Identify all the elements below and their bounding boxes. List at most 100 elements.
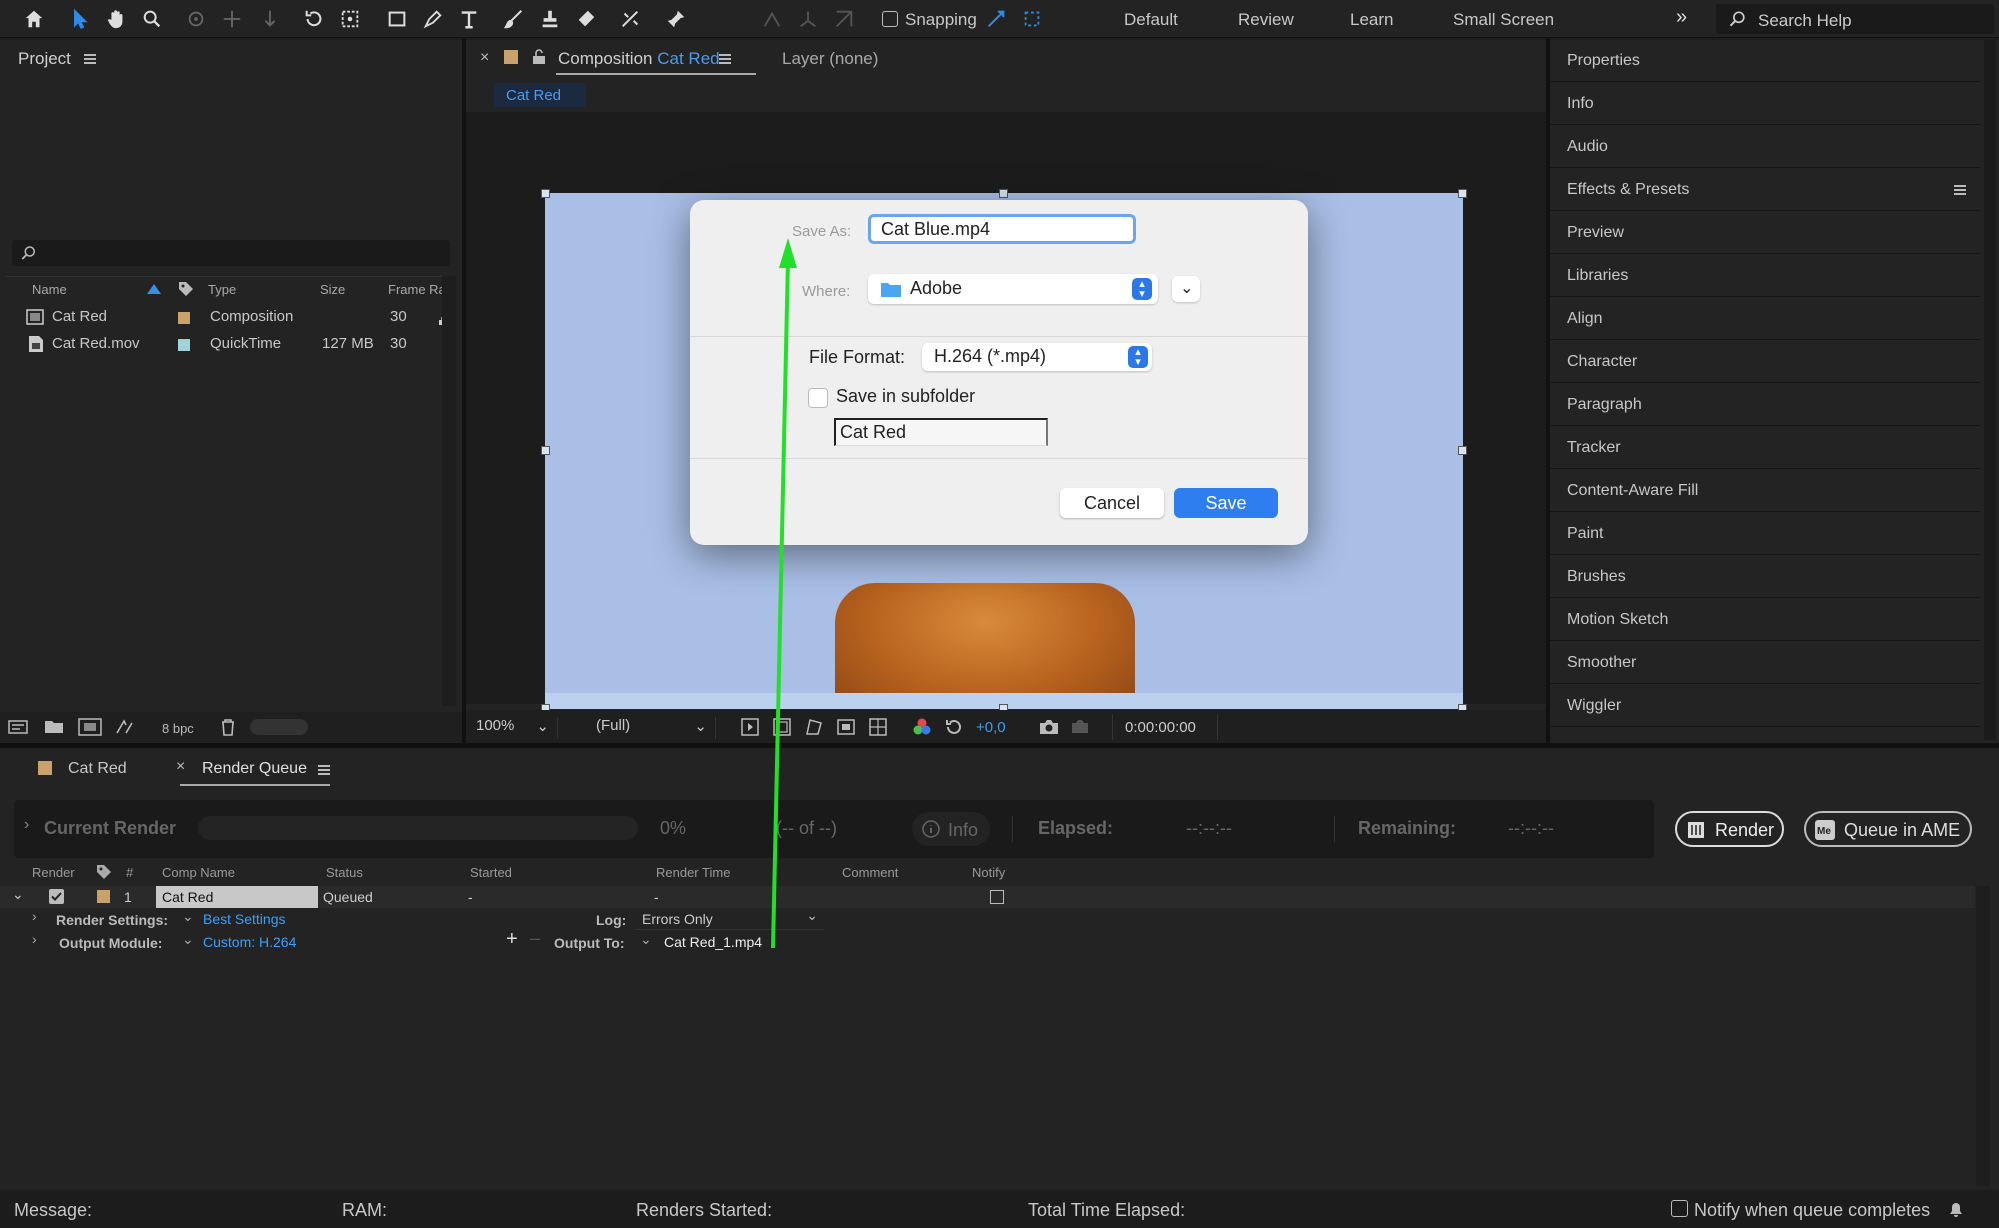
chevron-down-icon[interactable]: ⌄	[640, 931, 652, 948]
panel-properties[interactable]: Properties	[1550, 40, 1980, 82]
zoom-tool-icon[interactable]	[138, 5, 166, 33]
show-snapshot-icon[interactable]	[1070, 718, 1090, 736]
close-tab-icon[interactable]: ×	[176, 758, 185, 776]
output-to-link[interactable]: Cat Red_1.mp4	[664, 934, 762, 950]
thumbnail-transparency-toggle[interactable]	[250, 719, 308, 735]
chevron-down-icon[interactable]: ⌄	[12, 886, 24, 903]
notify-queue-checkbox[interactable]	[1671, 1200, 1688, 1217]
project-item-footage[interactable]: Cat Red.mov QuickTime 127 MB 30	[6, 331, 444, 357]
brush-tool-icon[interactable]	[500, 5, 528, 33]
transform-handle[interactable]	[541, 189, 550, 198]
type-tool-icon[interactable]	[455, 5, 483, 33]
cancel-button[interactable]: Cancel	[1060, 488, 1164, 518]
log-dropdown[interactable]: Errors Only ⌄	[636, 907, 824, 930]
render-checkbox[interactable]	[49, 889, 64, 904]
panel-menu-icon[interactable]	[318, 765, 330, 775]
save-as-input[interactable]	[868, 214, 1136, 244]
axis-view-icon[interactable]	[830, 5, 858, 33]
project-settings-icon[interactable]	[114, 718, 138, 736]
more-workspaces-icon[interactable]: »	[1676, 6, 1687, 29]
column-render-time[interactable]: Render Time	[656, 865, 730, 880]
axis-local-icon[interactable]	[758, 5, 786, 33]
timeline-tab[interactable]: Cat Red	[68, 760, 127, 778]
rectangle-tool-icon[interactable]	[383, 5, 411, 33]
layer-tab[interactable]: Layer (none)	[782, 49, 878, 69]
add-output-module-icon[interactable]: +	[506, 928, 518, 951]
home-icon[interactable]	[20, 5, 48, 33]
file-format-dropdown[interactable]: H.264 (*.mp4) ▴ ▾	[922, 343, 1152, 371]
project-item-composition[interactable]: Cat Red Composition 30	[6, 304, 455, 330]
label-color-swatch[interactable]	[178, 339, 190, 351]
transform-handle[interactable]	[541, 446, 550, 455]
panel-menu-icon[interactable]	[84, 54, 96, 64]
workspace-learn[interactable]: Learn	[1350, 10, 1393, 30]
reset-exposure-icon[interactable]	[944, 717, 964, 737]
column-comment[interactable]: Comment	[842, 865, 898, 880]
orbit-tool-icon[interactable]	[182, 5, 210, 33]
panel-brushes[interactable]: Brushes	[1550, 556, 1980, 598]
render-queue-scrollbar[interactable]	[1976, 886, 1990, 1186]
hand-tool-icon[interactable]	[102, 5, 130, 33]
panel-motion-sketch[interactable]: Motion Sketch	[1550, 599, 1980, 641]
column-notify[interactable]: Notify	[972, 865, 1005, 880]
snapping-checkbox[interactable]	[882, 11, 898, 27]
search-help-field[interactable]: Search Help	[1716, 4, 1994, 34]
panel-audio[interactable]: Audio	[1550, 126, 1980, 168]
right-panel-scrollbar[interactable]	[1984, 40, 1996, 740]
label-color-swatch[interactable]	[178, 312, 190, 324]
transform-handle[interactable]	[1458, 189, 1467, 198]
label-color-swatch[interactable]	[97, 890, 110, 903]
render-button[interactable]: Render	[1675, 811, 1784, 847]
pen-tool-icon[interactable]	[419, 5, 447, 33]
column-started[interactable]: Started	[470, 865, 512, 880]
panel-character[interactable]: Character	[1550, 341, 1980, 383]
color-channels-icon[interactable]	[912, 717, 932, 737]
mask-visibility-icon[interactable]	[804, 717, 824, 737]
project-scrollbar[interactable]	[442, 276, 456, 706]
workspace-default[interactable]: Default	[1124, 10, 1178, 30]
chevron-right-icon[interactable]: ›	[32, 908, 37, 924]
subfolder-name-input[interactable]	[834, 418, 1048, 446]
notification-bell-icon[interactable]	[1946, 1199, 1966, 1219]
panel-align[interactable]: Align	[1550, 298, 1980, 340]
panel-paragraph[interactable]: Paragraph	[1550, 384, 1980, 426]
workspace-small-screen[interactable]: Small Screen	[1453, 10, 1554, 30]
chevron-right-icon[interactable]: ›	[32, 931, 37, 947]
info-button[interactable]: Info	[912, 812, 990, 846]
panel-menu-icon[interactable]	[719, 54, 731, 64]
lock-icon[interactable]	[532, 49, 546, 65]
panel-tracker[interactable]: Tracker	[1550, 427, 1980, 469]
dolly-tool-icon[interactable]	[256, 5, 284, 33]
selection-tool-icon[interactable]	[66, 5, 94, 33]
column-comp-name[interactable]: Comp Name	[162, 865, 235, 880]
region-of-interest-icon[interactable]	[836, 717, 856, 737]
current-time-display[interactable]: 0:00:00:00	[1112, 714, 1218, 740]
panel-info[interactable]: Info	[1550, 83, 1980, 125]
expand-dialog-button[interactable]: ⌄	[1172, 276, 1200, 302]
eraser-tool-icon[interactable]	[572, 5, 600, 33]
column-name[interactable]: Name	[32, 282, 67, 297]
panel-libraries[interactable]: Libraries	[1550, 255, 1980, 297]
grid-guides-icon[interactable]	[868, 717, 888, 737]
where-dropdown[interactable]: Adobe ▴ ▾	[868, 274, 1158, 304]
exposure-value[interactable]: +0,0	[976, 719, 1006, 736]
magnification-dropdown[interactable]: 100% ⌄	[476, 717, 558, 739]
column-size[interactable]: Size	[320, 282, 345, 297]
notify-checkbox[interactable]	[990, 890, 1004, 904]
render-queue-item[interactable]: ⌄ 1 Cat Red Queued - -	[0, 886, 1975, 908]
workspace-review[interactable]: Review	[1238, 10, 1294, 30]
new-composition-icon[interactable]	[78, 718, 102, 736]
close-tab-icon[interactable]: ×	[480, 49, 489, 67]
column-type[interactable]: Type	[208, 282, 236, 297]
chevron-down-icon[interactable]: ⌄	[182, 931, 194, 948]
column-status[interactable]: Status	[326, 865, 363, 880]
column-number[interactable]: #	[126, 865, 133, 880]
snap-features-icon[interactable]	[1018, 5, 1046, 33]
project-search-input[interactable]	[12, 240, 450, 266]
fast-previews-icon[interactable]	[740, 717, 760, 737]
snapshot-camera-icon[interactable]	[1038, 718, 1060, 736]
pan-tool-icon[interactable]	[218, 5, 246, 33]
bit-depth-label[interactable]: 8 bpc	[162, 721, 194, 736]
panel-content-aware-fill[interactable]: Content-Aware Fill	[1550, 470, 1980, 512]
save-in-subfolder-checkbox[interactable]	[808, 388, 828, 408]
